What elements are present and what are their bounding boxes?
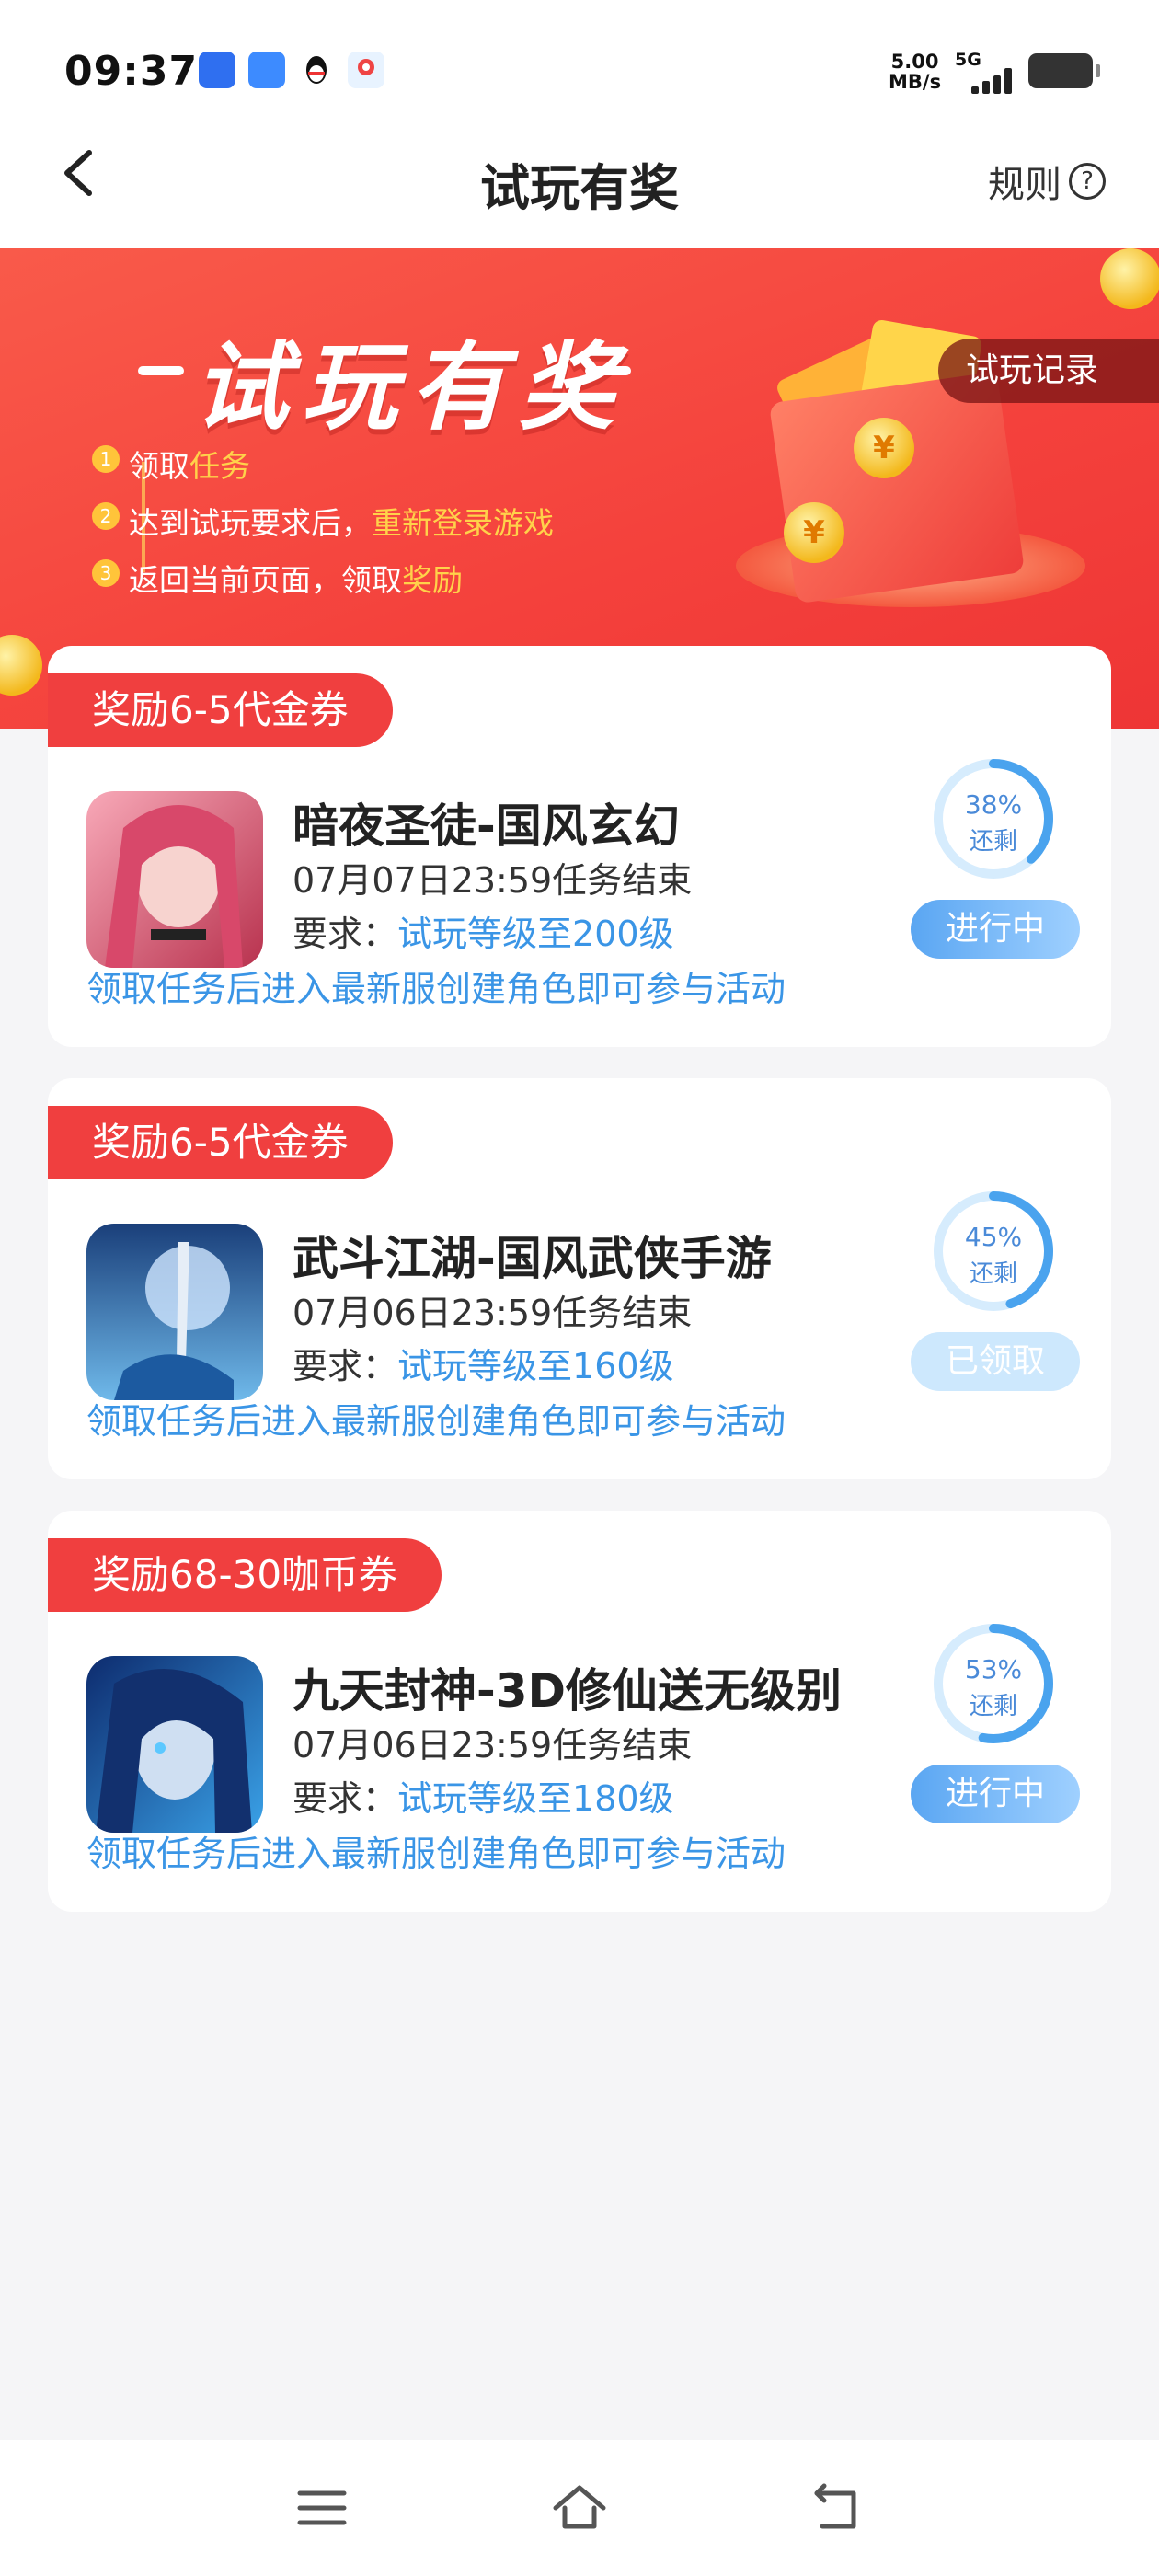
- game-icon: [86, 1656, 263, 1833]
- task-deadline: 07月06日23:59任务结束: [293, 1725, 693, 1765]
- task-requirement: 要求：试玩等级至160级: [293, 1346, 674, 1386]
- task-hint: 领取任务后进入最新服创建角色即可参与活动: [86, 969, 786, 1009]
- game-name: 武斗江湖-国风武侠手游: [293, 1232, 772, 1285]
- coin-icon: [1100, 248, 1159, 309]
- progress-ring: 53% 还剩: [931, 1621, 1056, 1746]
- menu-icon: [297, 2490, 347, 2525]
- gift-box-illustration: [768, 371, 1026, 604]
- qq-icon: [298, 52, 335, 88]
- coin-icon: [0, 635, 42, 696]
- game-name: 暗夜圣徒-国风玄幻: [293, 799, 680, 853]
- home-icon: [553, 2485, 606, 2529]
- task-hint: 领取任务后进入最新服创建角色即可参与活动: [86, 1401, 786, 1442]
- rules-label: 规则: [988, 164, 1061, 206]
- home-button[interactable]: [552, 2480, 607, 2536]
- task-deadline: 07月07日23:59任务结束: [293, 860, 693, 901]
- task-card[interactable]: 奖励68-30咖币券 九天封神-3D修仙送无级别 07月06日23:59任务结束…: [48, 1511, 1111, 1912]
- reward-tag: 奖励6-5代金券: [48, 1106, 393, 1179]
- system-nav-bar: [0, 2440, 1159, 2576]
- step-2: 2 达到试玩要求后，重新登录游戏: [92, 499, 554, 543]
- signal-icon: [966, 66, 1016, 94]
- rules-button[interactable]: 规则 ?: [988, 155, 1106, 208]
- coin-icon: ¥: [784, 502, 844, 563]
- reward-tag: 奖励68-30咖币券: [48, 1538, 442, 1612]
- coin-icon: ¥: [854, 418, 914, 478]
- status-button[interactable]: 进行中: [911, 900, 1080, 959]
- baidu-map-icon: [199, 52, 235, 88]
- status-button[interactable]: 进行中: [911, 1765, 1080, 1823]
- browser-icon: [248, 52, 285, 88]
- remaining-label: 还剩: [969, 828, 1017, 856]
- task-deadline: 07月06日23:59任务结束: [293, 1293, 693, 1333]
- step-3: 3 返回当前页面，领取奖励: [92, 556, 463, 600]
- help-icon: ?: [1069, 163, 1106, 200]
- game-name: 九天封神-3D修仙送无级别: [293, 1664, 843, 1718]
- progress-percent: 38%: [964, 789, 1023, 820]
- progress-ring: 45% 还剩: [931, 1189, 1056, 1314]
- clock: 09:37: [64, 48, 199, 95]
- banner-title: 试玩有奖: [193, 331, 628, 443]
- progress-percent: 45%: [964, 1222, 1023, 1252]
- reward-tag: 奖励6-5代金券: [48, 673, 393, 747]
- battery-icon: [1028, 53, 1100, 88]
- maps-pin-icon: [348, 52, 384, 88]
- return-icon: [814, 2483, 856, 2529]
- task-hint: 领取任务后进入最新服创建角色即可参与活动: [86, 1834, 786, 1874]
- page-title: 试玩有奖: [480, 159, 679, 217]
- step-1: 1 领取任务: [92, 442, 250, 486]
- status-button[interactable]: 已领取: [911, 1332, 1080, 1391]
- trial-record-button[interactable]: 试玩记录: [938, 339, 1159, 403]
- progress-percent: 53%: [964, 1654, 1023, 1685]
- title-dash-right: [585, 366, 631, 375]
- remaining-label: 还剩: [969, 1260, 1017, 1288]
- task-requirement: 要求：试玩等级至200级: [293, 914, 674, 954]
- net-speed: 5.00 MB/s: [889, 51, 942, 93]
- progress-ring: 38% 还剩: [931, 756, 1056, 881]
- title-dash-left: [138, 366, 184, 375]
- task-card[interactable]: 奖励6-5代金券 武斗江湖-国风武侠手游 07月06日23:59任务结束 要求：…: [48, 1078, 1111, 1479]
- game-icon: [86, 791, 263, 968]
- back-nav-button[interactable]: [809, 2480, 865, 2536]
- game-icon: [86, 1224, 263, 1400]
- remaining-label: 还剩: [969, 1693, 1017, 1720]
- task-requirement: 要求：试玩等级至180级: [293, 1778, 674, 1819]
- menu-button[interactable]: [294, 2480, 350, 2536]
- task-card[interactable]: 奖励6-5代金券 暗夜圣徒-国风玄幻 07月07日23:59任务结束 要求：试玩…: [48, 646, 1111, 1047]
- status-bar: 09:37 5.00 MB/s 5G: [0, 0, 1159, 138]
- top-nav: 试玩有奖 规则 ?: [0, 138, 1159, 248]
